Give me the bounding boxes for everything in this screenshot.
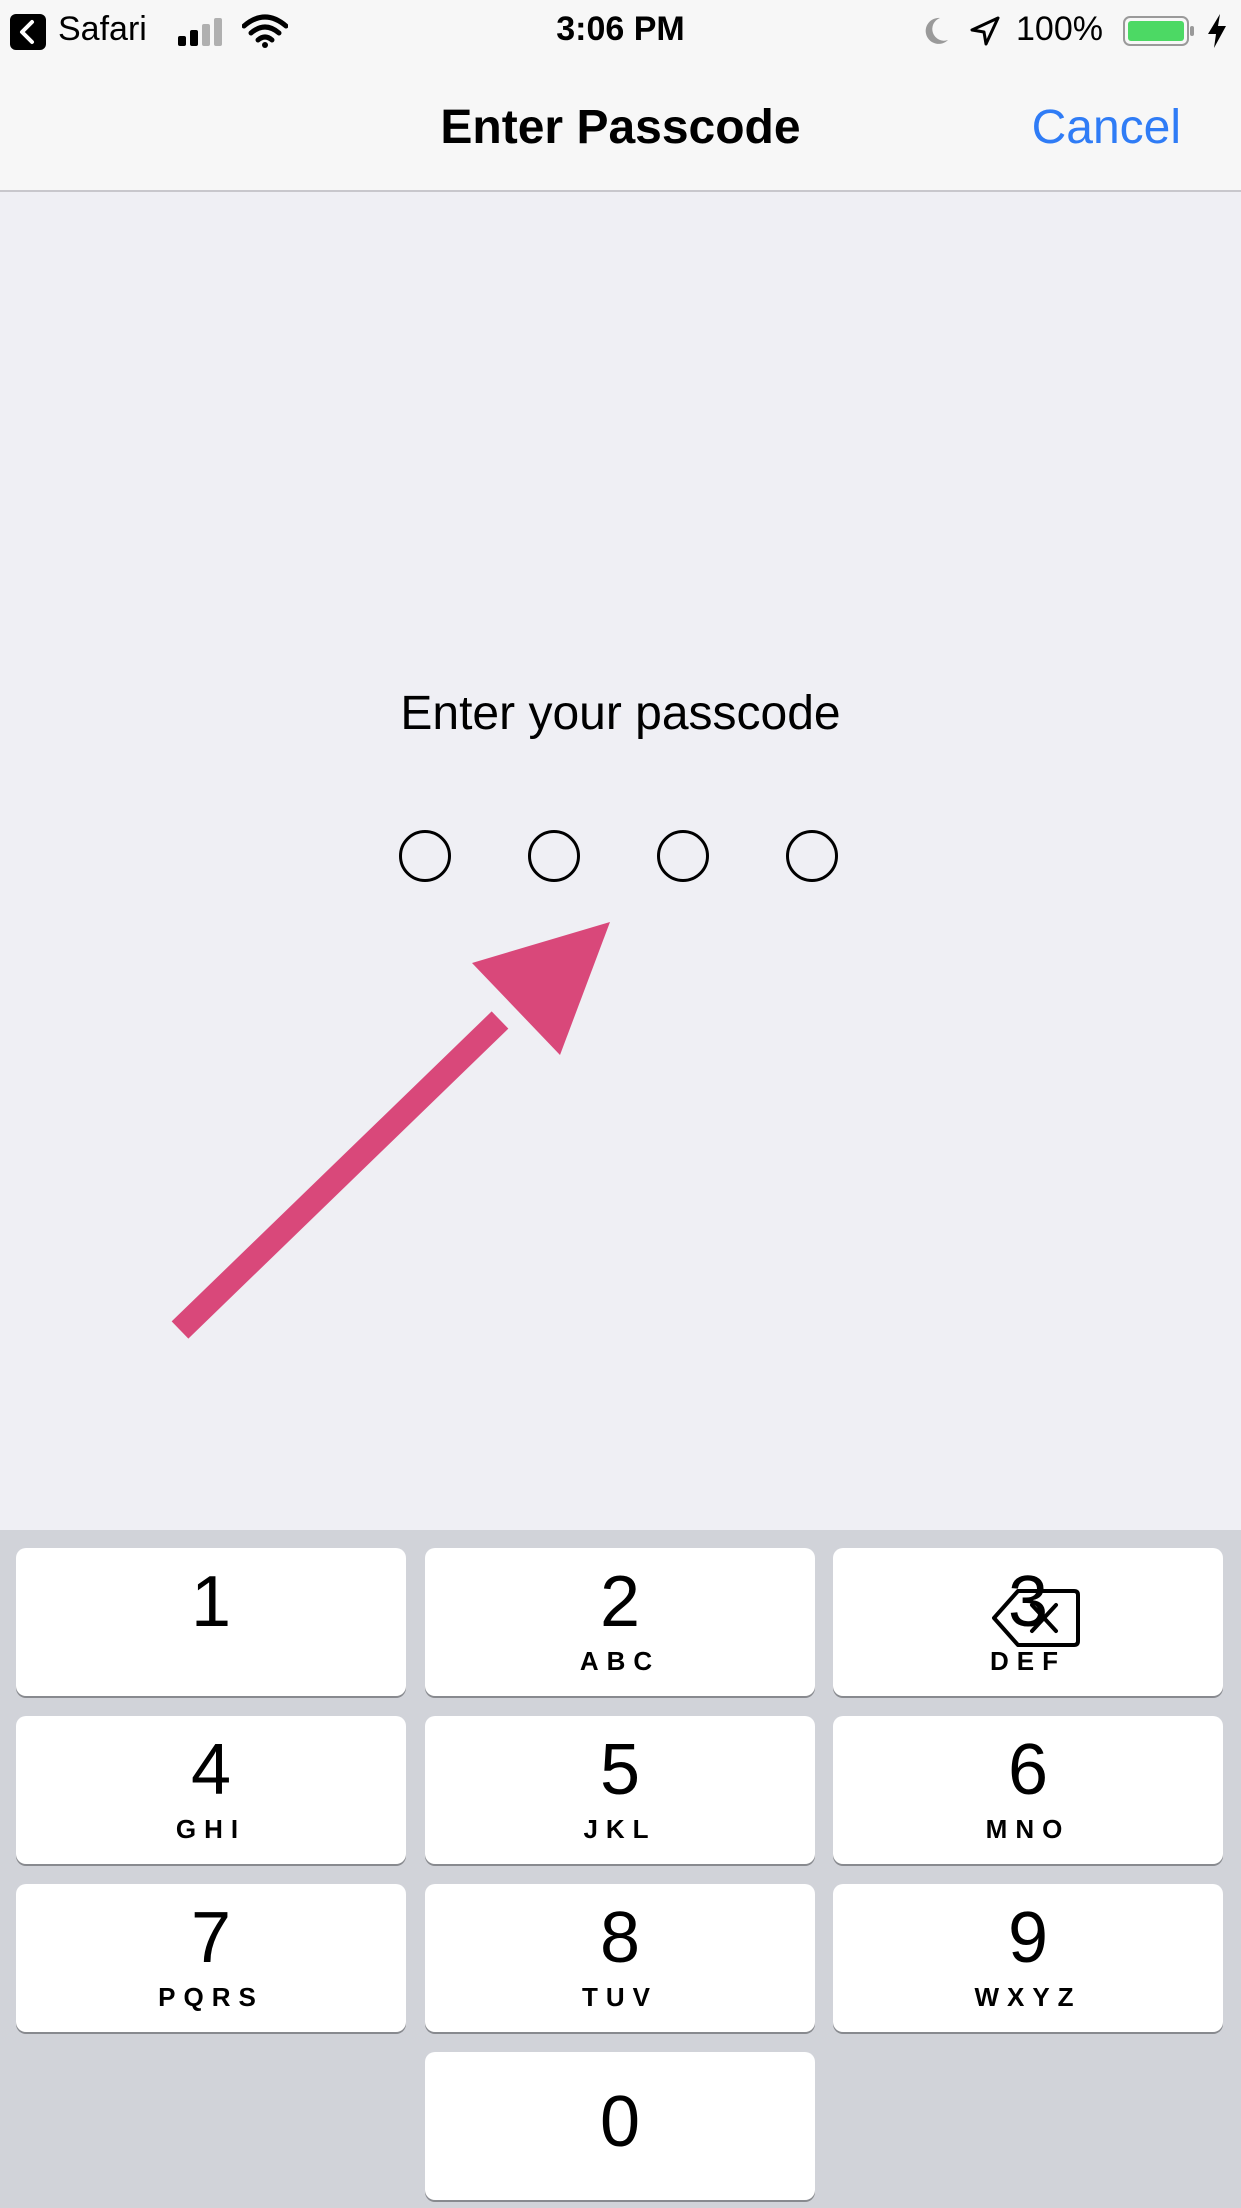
key-5[interactable]: 5 JKL	[425, 1716, 815, 1864]
key-digit: 7	[190, 1898, 232, 1978]
key-7[interactable]: 7 PQRS	[16, 1884, 406, 2032]
key-digit: 8	[599, 1898, 641, 1978]
status-bar: Safari 3:06 PM 100%	[0, 0, 1241, 62]
key-digit: 9	[1007, 1898, 1049, 1978]
key-digit: 2	[599, 1562, 641, 1642]
key-digit: 0	[599, 2082, 641, 2162]
key-digit: 1	[190, 1562, 232, 1642]
key-letters: ABC	[579, 1646, 661, 1676]
cancel-button[interactable]: Cancel	[1032, 100, 1181, 155]
key-letters: TUV	[582, 1982, 658, 2012]
key-9[interactable]: 9 WXYZ	[833, 1884, 1223, 2032]
passcode-dot	[399, 830, 451, 882]
key-digit: 5	[599, 1730, 641, 1810]
passcode-dot	[786, 830, 838, 882]
passcode-prompt: Enter your passcode	[400, 687, 841, 740]
key-letters: MNO	[985, 1814, 1071, 1844]
key-8[interactable]: 8 TUV	[425, 1884, 815, 2032]
key-letters: JKL	[583, 1814, 657, 1844]
key-6[interactable]: 6 MNO	[833, 1716, 1223, 1864]
key-2[interactable]: 2 ABC	[425, 1548, 815, 1696]
key-digit: 6	[1007, 1730, 1049, 1810]
passcode-dot	[528, 830, 580, 882]
location-arrow-icon	[970, 16, 1000, 46]
battery-percent: 100%	[1016, 10, 1103, 48]
battery-icon	[1123, 16, 1194, 46]
passcode-dots	[0, 830, 1241, 890]
key-letters: PQRS	[158, 1982, 264, 2012]
charging-bolt-icon	[1208, 14, 1226, 48]
key-4[interactable]: 4 GHI	[16, 1716, 406, 1864]
nav-bar: Enter Passcode Cancel	[0, 62, 1241, 192]
annotation-arrow	[171, 922, 610, 1339]
backspace-icon[interactable]	[990, 1585, 1082, 1651]
moon-icon	[925, 17, 948, 44]
key-1[interactable]: 1	[16, 1548, 406, 1696]
key-digit: 4	[190, 1730, 232, 1810]
passcode-dot	[657, 830, 709, 882]
key-letters: WXYZ	[974, 1982, 1082, 2012]
key-letters: GHI	[175, 1814, 247, 1844]
key-0[interactable]: 0	[425, 2052, 815, 2200]
